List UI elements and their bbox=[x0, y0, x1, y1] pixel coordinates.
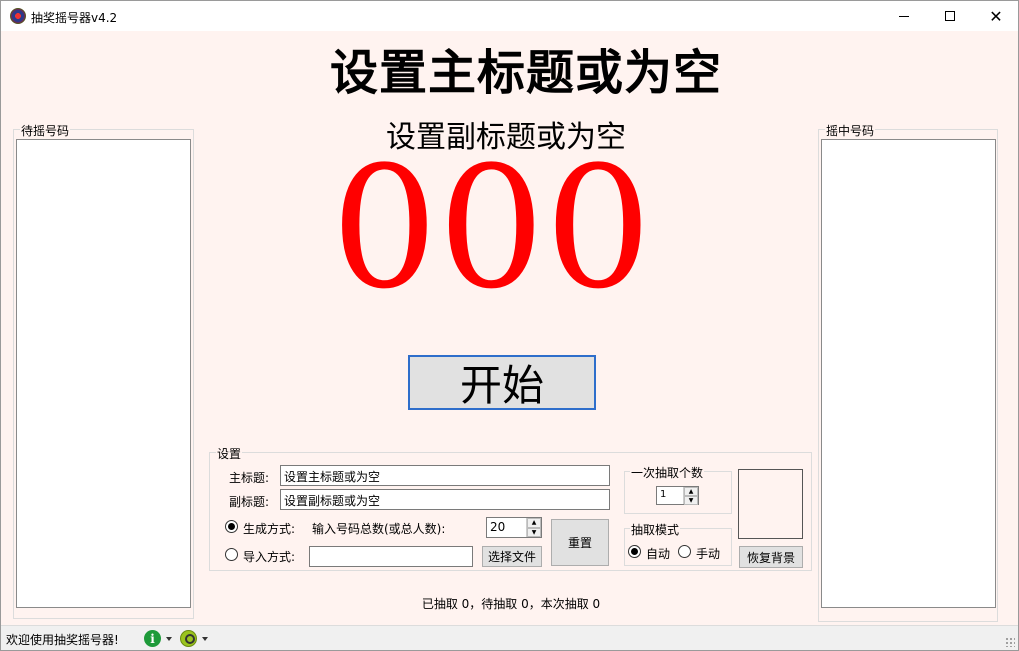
draw-stats: 已抽取 0，待抽取 0，本次抽取 0 bbox=[421, 597, 601, 611]
manual-mode-radio[interactable] bbox=[678, 545, 691, 558]
draw-number: 000 bbox=[331, 130, 652, 326]
settings-group: 设置 主标题: 设置主标题或为空 副标题: 设置副标题或为空 生成方式: 输入号… bbox=[209, 445, 812, 571]
generate-mode-radio[interactable] bbox=[225, 520, 238, 533]
drawn-numbers-label: 摇中号码 bbox=[825, 122, 876, 139]
minimize-icon bbox=[899, 15, 909, 17]
chevron-down-icon[interactable] bbox=[202, 637, 208, 641]
background-preview[interactable] bbox=[738, 469, 803, 539]
auto-mode-label: 自动 bbox=[646, 547, 671, 561]
restore-background-button[interactable]: 恢复背景 bbox=[739, 546, 803, 568]
reset-button[interactable]: 重置 bbox=[551, 519, 609, 566]
lottery-app-icon bbox=[10, 8, 26, 24]
sub-title-input[interactable]: 设置副标题或为空 bbox=[280, 489, 610, 510]
spin-down-icon[interactable]: ▼ bbox=[684, 496, 698, 505]
per-draw-label: 一次抽取个数 bbox=[630, 464, 705, 481]
spin-up-icon[interactable]: ▲ bbox=[684, 487, 698, 496]
start-button[interactable]: 开始 bbox=[408, 355, 596, 410]
app-window: 抽奖摇号器v4.2 ✕ 设置主标题或为空 设置副标题或为空 000 待摇号码 摇… bbox=[0, 0, 1019, 651]
close-button[interactable]: ✕ bbox=[973, 1, 1019, 31]
auto-mode-radio[interactable] bbox=[628, 545, 641, 558]
settings-label: 设置 bbox=[216, 445, 243, 462]
pending-numbers-list[interactable] bbox=[16, 139, 191, 608]
title-bar[interactable]: 抽奖摇号器v4.2 ✕ bbox=[1, 1, 1018, 31]
status-bar: 欢迎使用抽奖摇号器! i bbox=[1, 625, 1018, 650]
import-mode-label: 导入方式: bbox=[243, 550, 296, 564]
drawn-numbers-list[interactable] bbox=[821, 139, 996, 608]
per-draw-spin[interactable]: ▲ ▼ bbox=[683, 487, 698, 505]
resize-grip-icon[interactable] bbox=[1005, 637, 1015, 647]
draw-mode-label: 抽取模式 bbox=[630, 521, 681, 538]
total-count-label: 输入号码总数(或总人数): bbox=[312, 522, 446, 536]
window-title: 抽奖摇号器v4.2 bbox=[31, 11, 118, 25]
chevron-down-icon[interactable] bbox=[166, 637, 172, 641]
close-icon: ✕ bbox=[989, 6, 1003, 26]
status-text: 欢迎使用抽奖摇号器! bbox=[6, 633, 119, 647]
total-count-spin[interactable]: ▲ ▼ bbox=[526, 518, 541, 537]
minimize-button[interactable] bbox=[881, 1, 927, 31]
generate-mode-label: 生成方式: bbox=[243, 522, 296, 536]
sub-title-label: 副标题: bbox=[229, 495, 270, 509]
import-file-input[interactable] bbox=[309, 546, 473, 567]
import-mode-radio[interactable] bbox=[225, 548, 238, 561]
info-icon[interactable]: i bbox=[144, 630, 161, 647]
pending-numbers-label: 待摇号码 bbox=[20, 122, 71, 139]
maximize-button[interactable] bbox=[927, 1, 973, 31]
manual-mode-label: 手动 bbox=[696, 547, 721, 561]
choose-file-button[interactable]: 选择文件 bbox=[482, 546, 542, 567]
main-title-label: 主标题: bbox=[229, 471, 270, 485]
spin-down-icon[interactable]: ▼ bbox=[527, 527, 541, 537]
maximize-icon bbox=[945, 11, 955, 21]
main-title-input[interactable]: 设置主标题或为空 bbox=[280, 465, 610, 486]
main-title: 设置主标题或为空 bbox=[329, 45, 722, 101]
spin-up-icon[interactable]: ▲ bbox=[527, 518, 541, 528]
key-icon[interactable] bbox=[180, 630, 197, 647]
